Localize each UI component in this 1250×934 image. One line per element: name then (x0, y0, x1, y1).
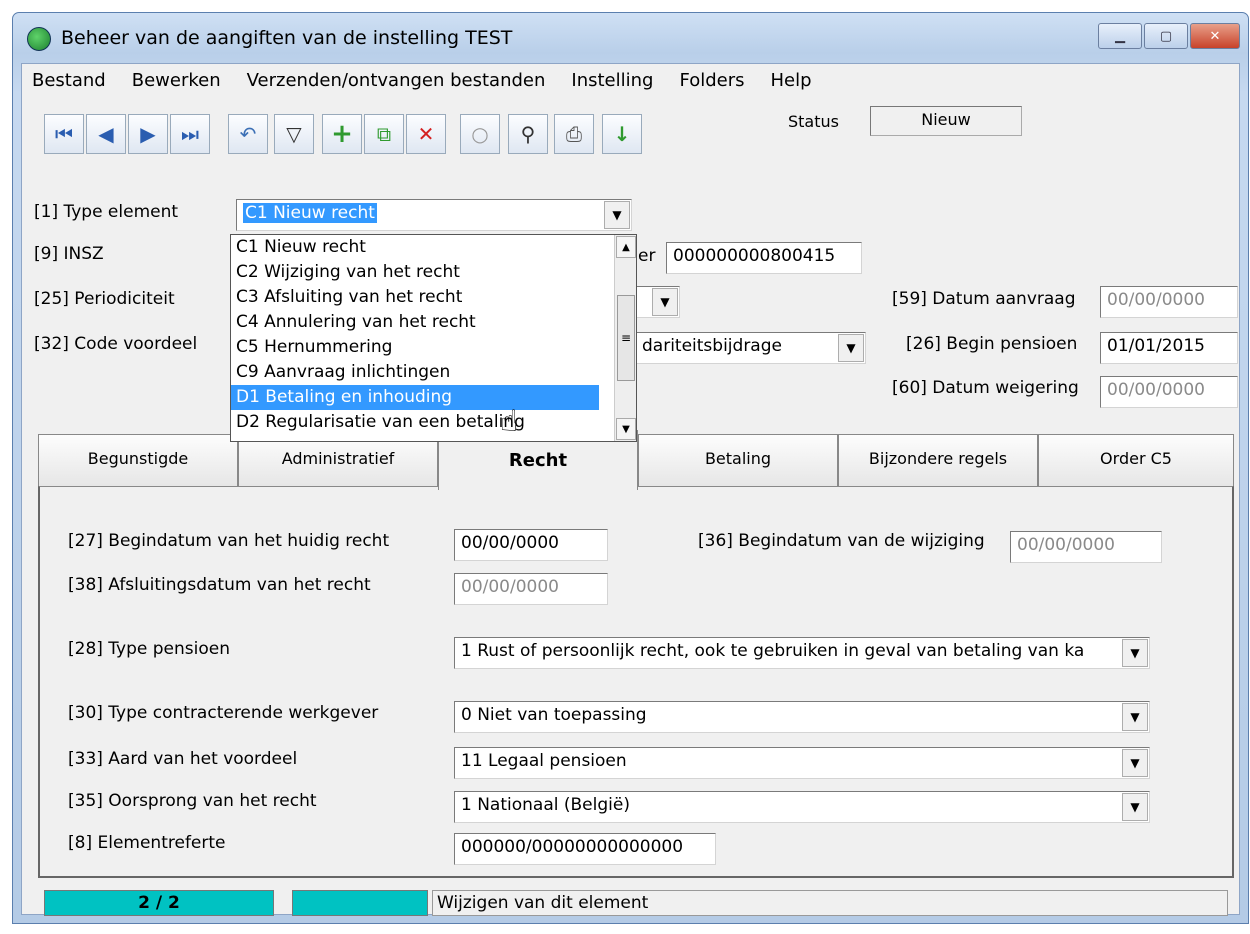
minimize-button[interactable]: ▁ (1098, 23, 1142, 49)
reference-field[interactable]: 000000000800415 (666, 242, 862, 274)
oorsprong-value: 1 Nationaal (België) (461, 795, 630, 815)
add-icon[interactable]: + (322, 114, 362, 154)
download-icon[interactable]: ↓ (602, 114, 642, 154)
status-bar: 2 / 2 Wijzigen van dit element (28, 890, 1230, 916)
filter-icon[interactable]: ▽ (274, 114, 314, 154)
menu-instelling[interactable]: Instelling (571, 70, 653, 91)
dropdown-item-highlighted[interactable]: D1 Betaling en inhouding (231, 385, 599, 410)
chevron-down-icon[interactable]: ▼ (838, 334, 864, 362)
type-element-value: C1 Nieuw recht (243, 203, 377, 223)
undo-icon[interactable]: ↶ (228, 114, 268, 154)
aard-select[interactable]: 11 Legaal pensioen ▼ (454, 747, 1150, 779)
status-label: Status (788, 112, 839, 131)
oorsprong-select[interactable]: 1 Nationaal (België) ▼ (454, 791, 1150, 823)
client-area: Bestand Bewerken Verzenden/ontvangen bes… (21, 63, 1240, 916)
next-record-icon[interactable]: ▶ (128, 114, 168, 154)
last-record-icon[interactable]: ⏭ (170, 114, 210, 154)
delete-icon[interactable]: ✕ (406, 114, 446, 154)
toolbar: ⏮ ◀ ▶ ⏭ ↶ ▽ + ⧉ ✕ ○ ⚲ ⎙ ↓ Status Nieuw (28, 102, 1028, 166)
reference-label: er (638, 246, 656, 266)
menu-help[interactable]: Help (771, 70, 812, 91)
periodiciteit-label: [25] Periodiciteit (34, 289, 175, 309)
status-value: Nieuw (870, 106, 1022, 136)
title-bar[interactable]: Beheer van de aangiften van de instellin… (13, 13, 1248, 63)
tab-order-c5[interactable]: Order C5 (1038, 434, 1234, 486)
begin-pensioen-label: [26] Begin pensioen (906, 334, 1078, 354)
recht-panel: [27] Begindatum van het huidig recht 00/… (38, 486, 1234, 878)
code-voordeel-label: [32] Code voordeel (34, 334, 198, 354)
menu-bar: Bestand Bewerken Verzenden/ontvangen bes… (22, 64, 1239, 96)
werkgever-value: 0 Niet van toepassing (461, 705, 647, 725)
code-voordeel-value: dariteitsbijdrage (642, 336, 782, 356)
type-element-dropdown-list[interactable]: C1 Nieuw recht C2 Wijziging van het rech… (230, 234, 637, 442)
circle-icon[interactable]: ○ (460, 114, 500, 154)
dropdown-item[interactable]: C9 Aanvraag inlichtingen (231, 360, 599, 385)
wijziging-label: [36] Begindatum van de wijziging (698, 531, 985, 551)
close-button[interactable]: ✕ (1190, 23, 1240, 49)
mouse-cursor-icon: ☝ (500, 404, 519, 439)
type-pensioen-select[interactable]: 1 Rust of persoonlijk recht, ook te gebr… (454, 637, 1150, 669)
menu-folders[interactable]: Folders (679, 70, 744, 91)
elementreferte-field[interactable]: 000000/00000000000000 (454, 833, 716, 865)
datum-weigering-field[interactable]: 00/00/0000 (1100, 376, 1238, 408)
afsluiting-field[interactable]: 00/00/0000 (454, 573, 608, 605)
menu-bestand[interactable]: Bestand (32, 70, 106, 91)
datum-aanvraag-label: [59] Datum aanvraag (892, 289, 1076, 309)
dropdown-item[interactable]: C3 Afsluiting van het recht (231, 285, 599, 310)
werkgever-select[interactable]: 0 Niet van toepassing ▼ (454, 701, 1150, 733)
status-message: Wijzigen van dit element (432, 890, 1228, 916)
copy-icon[interactable]: ⧉ (364, 114, 404, 154)
insz-label: [9] INSZ (34, 244, 104, 264)
chevron-down-icon[interactable]: ▼ (1122, 749, 1148, 777)
elementreferte-label: [8] Elementreferte (68, 833, 226, 853)
type-pensioen-value: 1 Rust of persoonlijk recht, ook te gebr… (461, 641, 1085, 661)
code-voordeel-select[interactable]: dariteitsbijdrage ▼ (636, 332, 866, 364)
type-element-select[interactable]: C1 Nieuw recht ▼ (236, 199, 632, 231)
type-pensioen-label: [28] Type pensioen (68, 639, 230, 659)
scroll-up-icon[interactable]: ▲ (616, 236, 636, 258)
type-element-label: [1] Type element (34, 202, 179, 222)
scroll-thumb[interactable]: ≡ (617, 295, 635, 381)
window-title: Beheer van de aangiften van de instellin… (61, 27, 513, 49)
begin-pensioen-field[interactable]: 01/01/2015 (1100, 332, 1238, 364)
chevron-down-icon[interactable]: ▼ (1122, 639, 1148, 667)
scroll-down-icon[interactable]: ▼ (616, 418, 636, 440)
dropdown-item[interactable]: C5 Hernummering (231, 335, 599, 360)
afsluiting-label: [38] Afsluitingsdatum van het recht (68, 575, 371, 595)
werkgever-label: [30] Type contracterende werkgever (68, 703, 379, 723)
chevron-down-icon[interactable]: ▼ (604, 201, 630, 229)
tab-begunstigde[interactable]: Begunstigde (38, 434, 238, 486)
dropdown-item[interactable]: C4 Annulering van het recht (231, 310, 599, 335)
aard-value: 11 Legaal pensioen (461, 751, 627, 771)
menu-verzenden[interactable]: Verzenden/ontvangen bestanden (247, 70, 546, 91)
periodiciteit-select[interactable]: ▼ (636, 286, 680, 318)
aard-label: [33] Aard van het voordeel (68, 749, 298, 769)
begindatum-field[interactable]: 00/00/0000 (454, 529, 608, 561)
wijziging-field[interactable]: 00/00/0000 (1010, 531, 1162, 563)
status-indicator (292, 890, 428, 916)
dropdown-item[interactable]: D2 Regularisatie van een betaling (231, 410, 599, 435)
oorsprong-label: [35] Oorsprong van het recht (68, 791, 317, 811)
begindatum-label: [27] Begindatum van het huidig recht (68, 531, 390, 551)
app-window: Beheer van de aangiften van de instellin… (12, 12, 1249, 924)
dropdown-item[interactable]: C1 Nieuw recht (231, 235, 599, 260)
record-counter: 2 / 2 (44, 890, 274, 916)
chevron-down-icon[interactable]: ▼ (1122, 703, 1148, 731)
dropdown-item[interactable]: C2 Wijziging van het recht (231, 260, 599, 285)
tab-bijzondere-regels[interactable]: Bijzondere regels (838, 434, 1038, 486)
binoculars-icon[interactable]: ⚲ (508, 114, 548, 154)
maximize-button[interactable]: ▢ (1144, 23, 1188, 49)
first-record-icon[interactable]: ⏮ (44, 114, 84, 154)
chevron-down-icon[interactable]: ▼ (652, 288, 678, 316)
dropdown-scrollbar[interactable]: ▲ ≡ ▼ (614, 235, 636, 441)
app-globe-icon (27, 27, 51, 51)
previous-record-icon[interactable]: ◀ (86, 114, 126, 154)
datum-aanvraag-field[interactable]: 00/00/0000 (1100, 286, 1238, 318)
print-icon[interactable]: ⎙ (554, 114, 594, 154)
menu-bewerken[interactable]: Bewerken (132, 70, 221, 91)
chevron-down-icon[interactable]: ▼ (1122, 793, 1148, 821)
datum-weigering-label: [60] Datum weigering (892, 378, 1079, 398)
tab-betaling[interactable]: Betaling (638, 434, 838, 486)
